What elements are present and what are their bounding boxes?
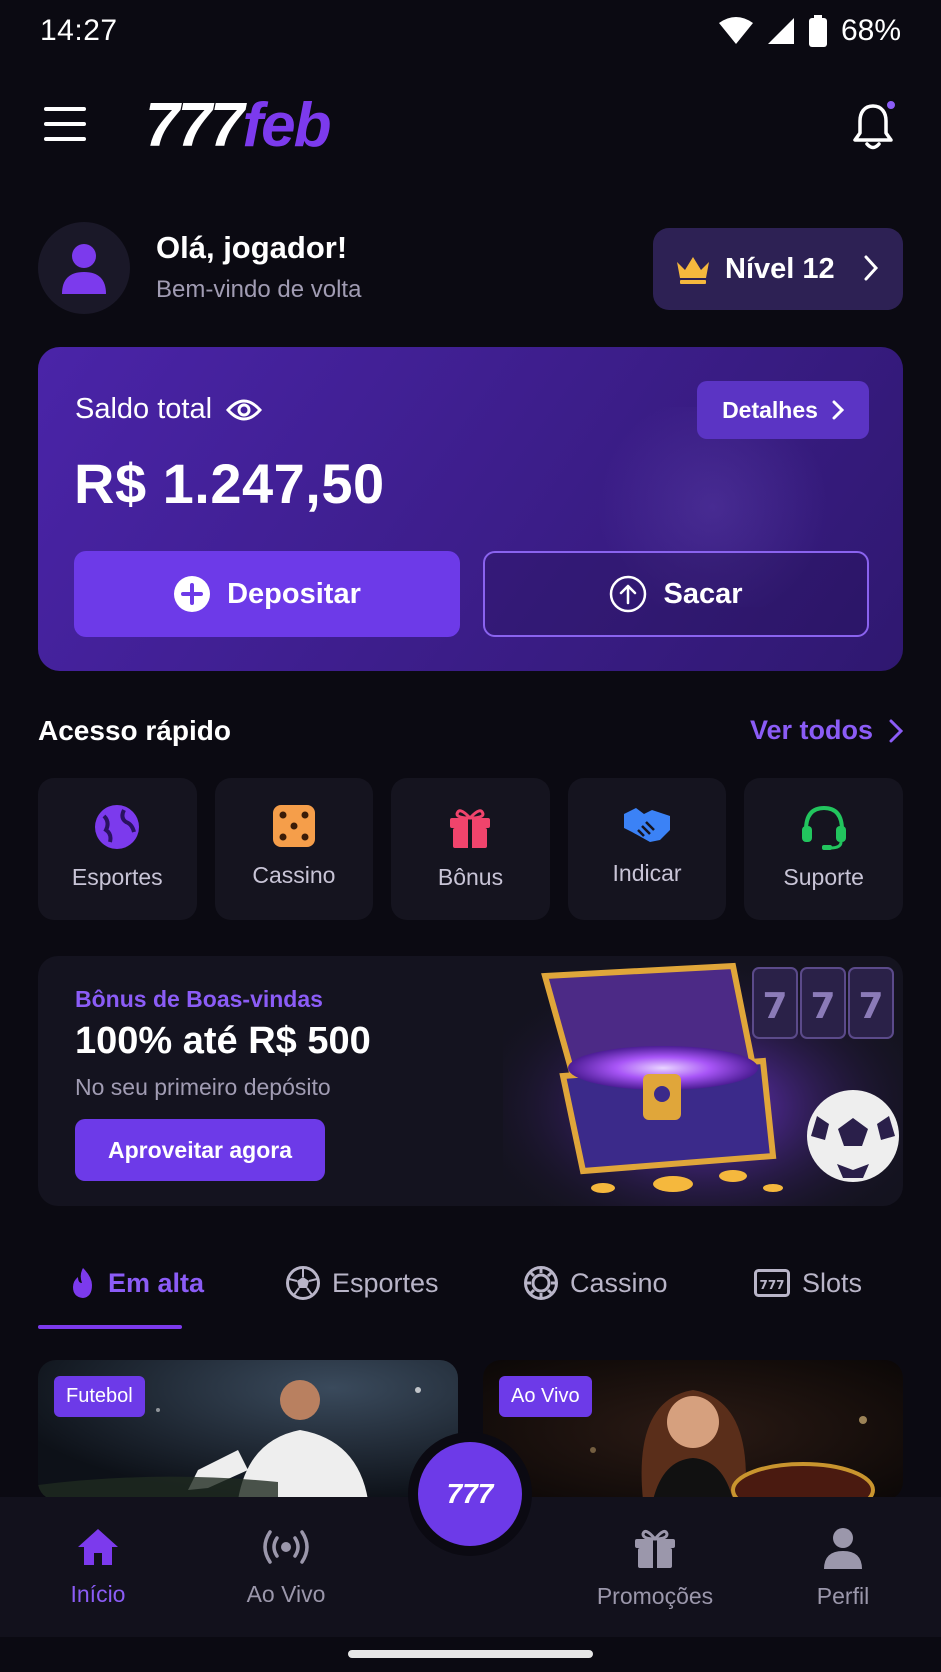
balance-value: R$ 1.247,50 [74,452,385,515]
see-all-link[interactable]: Ver todos [750,715,903,746]
active-tab-indicator [38,1325,182,1329]
card-ao-vivo[interactable]: Ao Vivo [483,1360,903,1500]
quick-access-bonus[interactable]: Bônus [391,778,550,920]
status-time: 14:27 [40,14,118,47]
user-icon [824,1528,862,1569]
slot-machine-icon: 777 [754,1269,790,1297]
svg-text:777: 777 [759,1278,784,1292]
notification-dot [885,99,897,111]
nav-label: Ao Vivo [246,1581,326,1607]
tab-cassino[interactable]: Cassino [524,1250,668,1316]
home-indicator[interactable] [348,1650,593,1658]
svg-text:7: 7 [858,986,883,1027]
nav-label: Promoções [596,1583,714,1609]
user-icon [62,244,106,294]
greeting-section: Olá, jogador! Bem-vindo de volta Nível 1… [38,222,903,314]
treasure-chest-illustration: 7 7 7 [503,956,903,1206]
app-header: 777feb [0,85,941,165]
center-777-button[interactable]: 777 [418,1442,522,1546]
tab-label: Esportes [332,1267,439,1298]
withdraw-label: Sacar [663,577,743,610]
quick-access-cassino[interactable]: Cassino [214,778,374,920]
globe-icon [95,805,140,849]
nav-label: Início [70,1581,126,1607]
quick-access-label: Indicar [612,860,682,886]
quick-access-suporte[interactable]: Suporte [744,778,903,920]
fire-icon [73,1268,92,1298]
greeting-title: Olá, jogador! [156,230,348,265]
app-logo[interactable]: 777feb [145,90,331,161]
nav-ao-vivo[interactable]: Ao Vivo [211,1527,361,1608]
battery-icon [808,15,827,47]
balance-card: Saldo total Detalhes R$ 1.247,50 Deposit… [38,347,903,671]
live-broadcast-icon [263,1530,309,1564]
eye-icon[interactable] [226,398,263,422]
promo-subtitle: No seu primeiro depósito [75,1074,331,1100]
level-button[interactable]: Nível 12 [653,228,903,310]
battery-percent: 68% [840,14,901,47]
details-button[interactable]: Detalhes [697,381,869,439]
welcome-bonus-banner[interactable]: Bônus de Boas-vindas 100% até R$ 500 No … [38,956,903,1206]
logo-text-2: feb [242,91,331,160]
quick-access-indicar[interactable]: Indicar [567,778,727,920]
svg-text:7: 7 [810,986,835,1027]
chevron-right-icon [889,719,903,742]
avatar[interactable] [38,222,130,314]
nav-perfil[interactable]: Perfil [768,1527,918,1610]
nav-label: Perfil [816,1583,870,1609]
level-label: Nível 12 [725,252,835,285]
deposit-label: Depositar [227,577,361,610]
tab-label: Cassino [570,1267,668,1298]
status-indicators: 68% [718,14,901,48]
status-bar: 14:27 68% [0,0,941,62]
chevron-right-icon [832,400,844,420]
soccer-ball-icon [286,1266,320,1300]
quick-access-label: Esportes [71,864,163,890]
arrow-up-circle-icon [610,575,647,613]
hamburger-menu-icon[interactable] [44,107,86,141]
svg-text:7: 7 [762,986,787,1027]
signal-icon [767,18,794,44]
tab-esportes[interactable]: Esportes [286,1250,439,1316]
gift-icon [635,1529,675,1568]
gift-icon [450,809,491,848]
quick-access-label: Bônus [437,864,504,890]
notifications-button[interactable] [853,99,897,151]
quick-access-label: Cassino [252,862,336,888]
tab-label: Em alta [108,1267,205,1298]
tab-em-alta[interactable]: Em alta [70,1250,204,1316]
deposit-button[interactable]: Depositar [74,551,460,637]
nav-inicio[interactable]: Início [23,1527,173,1608]
quick-access-grid: Esportes Cassino Bônus Indicar Suporte [38,778,903,920]
tab-label: Slots [802,1267,863,1298]
plus-circle-icon [174,576,211,612]
card-badge: Ao Vivo [499,1376,592,1417]
headset-icon [801,805,846,850]
nav-promocoes[interactable]: Promoções [580,1527,730,1610]
category-tabs: Em alta Esportes Cassino 777 Slots [38,1250,903,1330]
see-all-label: Ver todos [749,715,873,745]
casino-chip-icon [524,1266,558,1300]
crown-icon [677,257,709,284]
balance-label: Saldo total [75,393,213,425]
logo-text-1: 777 [145,91,244,160]
promo-title: 100% até R$ 500 [75,1020,371,1062]
quick-access-esportes[interactable]: Esportes [38,778,197,920]
quick-access-title: Acesso rápido [38,715,231,746]
claim-bonus-button[interactable]: Aproveitar agora [75,1119,325,1181]
card-badge: Futebol [54,1376,145,1417]
handshake-icon [624,808,671,842]
home-icon [78,1529,118,1565]
dice-icon [272,805,315,847]
tab-slots[interactable]: 777 Slots [754,1250,862,1316]
balance-label-row: Saldo total [75,393,263,426]
details-label: Detalhes [722,396,818,423]
promo-kicker: Bônus de Boas-vindas [75,986,323,1012]
wifi-icon [718,17,753,44]
quick-access-label: Suporte [783,864,864,890]
withdraw-button[interactable]: Sacar [483,551,869,637]
greeting-subtitle: Bem-vindo de volta [156,276,362,303]
chevron-right-icon [864,255,879,281]
card-futebol[interactable]: Futebol [38,1360,458,1500]
